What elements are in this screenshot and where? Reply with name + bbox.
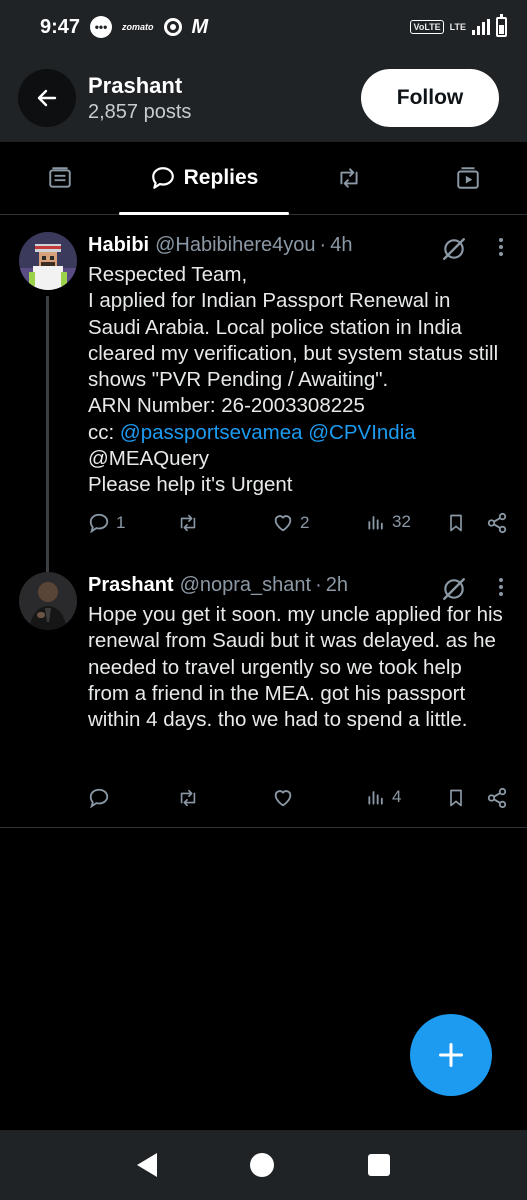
chrome-notification-icon (163, 18, 182, 36)
tweet-timestamp: 2h (325, 573, 349, 596)
avatar-pixel-art-image (19, 232, 77, 290)
lte-icon: LTE (449, 21, 466, 32)
views-chart-icon (368, 516, 383, 530)
like-button[interactable] (272, 787, 300, 809)
view-count: 32 (392, 512, 411, 531)
bookmark-icon (450, 514, 462, 532)
tweet-line: cc: @passportsevamea @CPVIndia (88, 420, 507, 446)
reply-count: 1 (116, 513, 126, 532)
tweet-text: Respected Team, I applied for Indian Pas… (88, 262, 507, 499)
status-time: 9:47 (40, 15, 81, 38)
avatar-photo-image (19, 572, 77, 630)
reply-icon (89, 788, 109, 809)
repost-button[interactable] (176, 787, 206, 809)
thread-connector-line (46, 296, 49, 601)
reply-button[interactable]: 1 (88, 512, 125, 534)
signal-icon (472, 19, 490, 35)
mention-link[interactable]: @passportsevamea (120, 421, 303, 444)
chat-notification-icon: ••• (90, 16, 113, 38)
media-icon (456, 167, 479, 189)
post-count: 2,857 posts (88, 100, 192, 123)
grok-icon[interactable] (441, 236, 467, 262)
share-button[interactable] (486, 787, 508, 809)
tweet-actions: 1 2 32 (88, 512, 518, 540)
tab-replies[interactable]: Replies (119, 142, 289, 215)
nav-recents-icon[interactable] (368, 1154, 391, 1176)
tab-media[interactable] (408, 142, 527, 214)
status-bar: 9:47 ••• zomato M VoLTE LTE (0, 0, 527, 54)
tweet-line: ARN Number: 26-2003308225 (88, 394, 365, 418)
tweet-actions: 4 (88, 787, 518, 815)
mention-link[interactable]: @CPVIndia (308, 421, 415, 444)
views-button[interactable]: 4 (366, 787, 401, 807)
plus-icon (438, 1042, 464, 1068)
view-count: 4 (392, 787, 402, 806)
nav-home-icon[interactable] (250, 1153, 275, 1177)
views-button[interactable]: 32 (366, 512, 411, 532)
tab-replies-label: Replies (183, 166, 259, 189)
tweet-author-handle[interactable]: @Habibihere4you (155, 234, 315, 257)
divider (0, 827, 527, 828)
separator-dot: · (315, 573, 322, 596)
reply-bubble-icon (151, 167, 174, 189)
volte-icon: VoLTE (410, 20, 444, 34)
retweet-icon (180, 514, 196, 532)
tweet-timestamp: 4h (330, 233, 353, 256)
follow-button[interactable]: Follow (361, 69, 499, 127)
tweet-line: Respected Team, (88, 263, 248, 286)
tweet-line: Please help it's Urgent (88, 473, 293, 497)
avatar[interactable] (19, 232, 77, 290)
share-icon (487, 787, 507, 809)
tweet-author-name[interactable]: Prashant (88, 574, 174, 597)
avatar[interactable] (19, 572, 77, 630)
bookmark-button[interactable] (446, 512, 466, 534)
profile-tabs: Replies (0, 142, 527, 215)
mention-text[interactable]: @MEAQuery (88, 446, 507, 472)
m-notification-icon: M (191, 15, 209, 38)
tab-reposts[interactable] (289, 142, 408, 214)
more-options-icon[interactable] (497, 236, 505, 258)
share-button[interactable] (486, 512, 508, 534)
repost-button[interactable] (176, 512, 206, 534)
battery-icon (496, 14, 507, 37)
zomato-notification-icon: zomato (122, 22, 154, 32)
tweet-author-handle[interactable]: @nopra_shant (180, 574, 312, 597)
profile-name: Prashant (88, 72, 183, 98)
like-count: 2 (300, 513, 310, 532)
profile-header: Prashant 2,857 posts Follow (0, 54, 527, 142)
reply-button[interactable] (88, 787, 116, 809)
bookmark-icon (450, 789, 462, 807)
more-options-icon[interactable] (497, 576, 505, 598)
tweet-line: I applied for Indian Passport Renewal in… (88, 289, 499, 392)
grok-icon[interactable] (441, 576, 467, 602)
separator-dot: · (319, 233, 327, 256)
retweet-icon (339, 168, 358, 188)
tweet-prashant[interactable]: Prashant @nopra_shant · 2h Hope you get … (0, 572, 527, 733)
system-nav-bar (0, 1130, 527, 1200)
tweet-author-name[interactable]: Habibi (88, 234, 149, 257)
compose-button[interactable] (410, 1014, 492, 1096)
tab-posts[interactable] (0, 142, 119, 214)
nav-back-icon[interactable] (136, 1153, 157, 1177)
back-button[interactable] (18, 69, 76, 127)
article-icon (48, 167, 71, 188)
arrow-left-icon (37, 89, 57, 107)
heart-icon (274, 515, 292, 532)
views-chart-icon (368, 791, 383, 805)
cc-label: cc: (88, 420, 120, 444)
bookmark-button[interactable] (446, 787, 466, 809)
heart-icon (274, 790, 292, 807)
reply-icon (89, 513, 109, 534)
tweet-text: Hope you get it soon. my uncle applied f… (88, 603, 503, 732)
retweet-icon (180, 789, 196, 807)
tweet-habibi[interactable]: Habibi @Habibihere4you · 4h Respected Te… (0, 232, 527, 601)
like-button[interactable]: 2 (272, 512, 309, 534)
share-icon (487, 512, 507, 534)
